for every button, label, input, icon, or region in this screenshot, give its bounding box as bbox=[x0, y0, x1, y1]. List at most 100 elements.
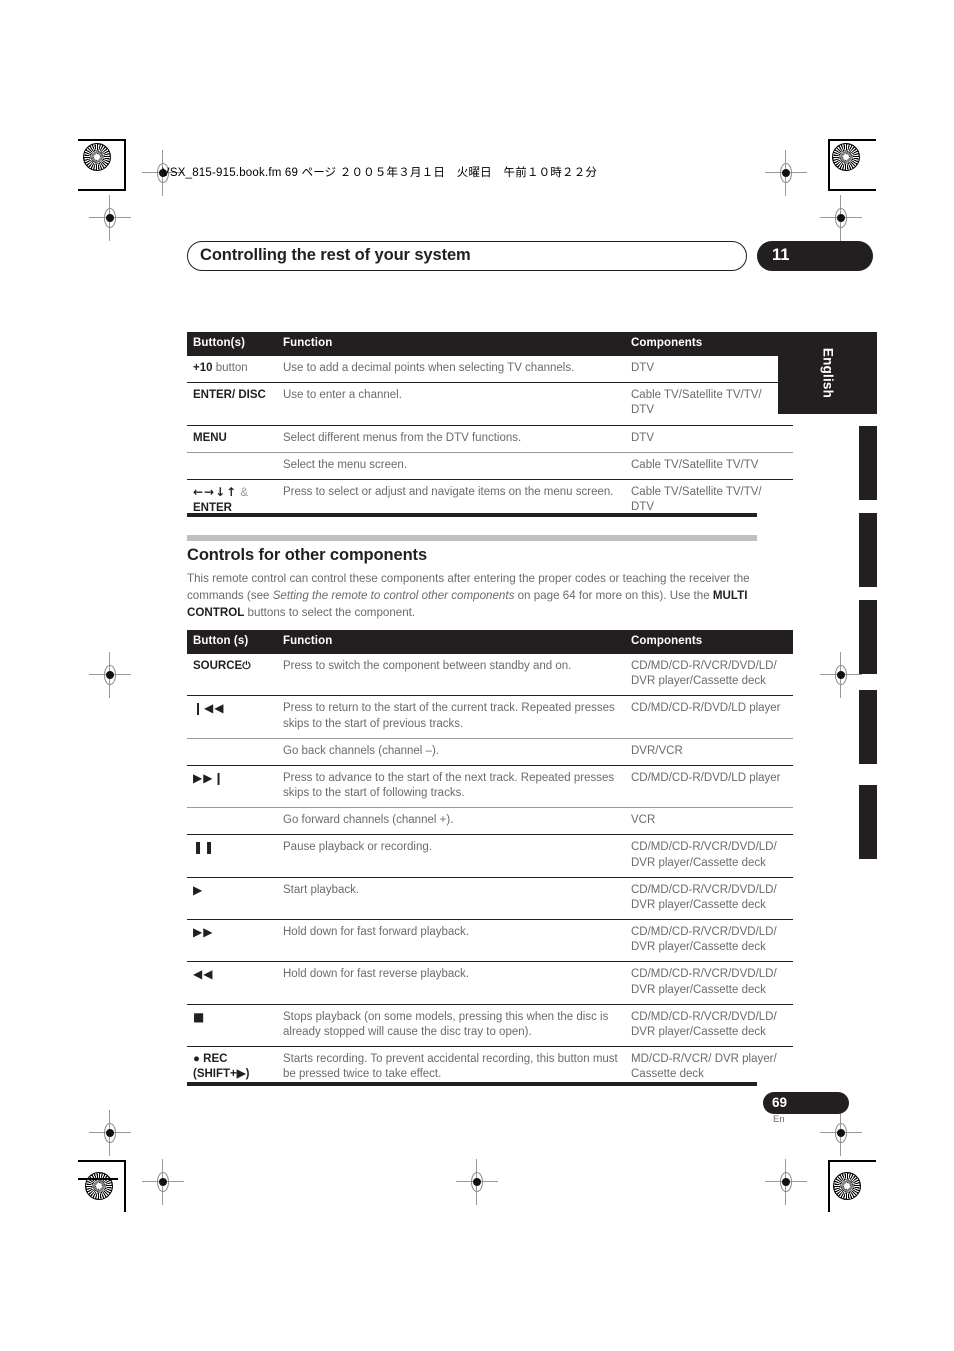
cell-function: Press to return to the start of the curr… bbox=[277, 695, 625, 739]
table-row: +10 button Use to add a decimal points w… bbox=[187, 354, 793, 383]
crop-mark-top-right-h bbox=[828, 139, 876, 141]
crop-mark-bottom-right-v bbox=[828, 1160, 830, 1212]
cell-function: Stops playback (on some models, pressing… bbox=[277, 1003, 625, 1047]
cell-components: CD/MD/CD-R/VCR/DVD/LD/ DVR player/Casset… bbox=[625, 919, 793, 962]
cell-components: Cable TV/Satellite TV/TV/ DTV bbox=[625, 382, 793, 426]
cell-button: ❙◀◀ bbox=[187, 695, 277, 739]
cell-button: +10 button bbox=[187, 354, 277, 383]
rewind-icon: ◀◀ bbox=[193, 967, 214, 982]
crosshair-top-right bbox=[765, 150, 807, 196]
cell-button: ▶▶❙ bbox=[187, 764, 277, 808]
cell-button: ❚❚ bbox=[187, 834, 277, 878]
table-row: ▶▶❙ Press to advance to the start of the… bbox=[187, 764, 793, 808]
table-row: ▶▶ Hold down for fast forward playback. … bbox=[187, 919, 793, 962]
cell-function: Start playback. bbox=[277, 876, 625, 920]
cell-button: ■ bbox=[187, 1003, 277, 1047]
crop-mark-top-left-h2 bbox=[78, 189, 126, 191]
crosshair-bottom-center bbox=[456, 1159, 498, 1205]
cell-function: Use to add a decimal points when selecti… bbox=[277, 354, 625, 383]
table-bottom-rule-1 bbox=[187, 513, 757, 517]
column-header-function: Function bbox=[277, 332, 625, 356]
cell-button: SOURCE⏻ bbox=[187, 652, 277, 696]
next-track-icon: ▶▶❙ bbox=[193, 770, 225, 785]
table-row: Go back channels (channel –). DVR/VCR bbox=[187, 737, 793, 766]
cell-components: VCR bbox=[625, 807, 793, 835]
crosshair-right-middle bbox=[820, 652, 862, 698]
column-header-buttons: Button(s) bbox=[187, 332, 277, 356]
play-icon: ▶ bbox=[193, 882, 204, 897]
source-file-header: VSX_815-915.book.fm 69 ページ ２００５年３月１日 火曜日… bbox=[162, 167, 598, 179]
table-row: Select the menu screen. Cable TV/Satelli… bbox=[187, 451, 793, 480]
crop-mark-top-right-h2 bbox=[828, 189, 876, 191]
edge-tab-5 bbox=[859, 785, 877, 859]
language-tab-label: English bbox=[820, 347, 835, 399]
section-paragraph: This remote control can control these co… bbox=[187, 570, 759, 621]
cell-button bbox=[187, 807, 277, 835]
cell-button bbox=[187, 737, 277, 766]
table-row: SOURCE⏻ Press to switch the component be… bbox=[187, 652, 793, 696]
cell-button bbox=[187, 451, 277, 480]
table-row: ▶ Start playback. CD/MD/CD-R/VCR/DVD/LD/… bbox=[187, 876, 793, 920]
table-row: ◀◀ Hold down for fast reverse playback. … bbox=[187, 961, 793, 1005]
cell-components: CD/MD/CD-R/VCR/DVD/LD/ DVR player/Casset… bbox=[625, 652, 793, 696]
table-row: Go forward channels (channel +). VCR bbox=[187, 807, 793, 835]
page-number: 69 bbox=[772, 1095, 788, 1110]
table-header-row: Button(s) Function Components bbox=[187, 332, 793, 356]
stop-icon: ■ bbox=[193, 1009, 206, 1024]
table-row: ❙◀◀ Press to return to the start of the … bbox=[187, 695, 793, 739]
crosshair-bottom-left bbox=[142, 1159, 184, 1205]
crosshair-left-lower bbox=[89, 1110, 131, 1156]
table-row: ❚❚ Pause playback or recording. CD/MD/CD… bbox=[187, 834, 793, 878]
dtv-controls-table: Button(s) Function Components +10 button… bbox=[187, 332, 793, 523]
power-icon: ⏻ bbox=[242, 660, 251, 672]
registration-target-top-right bbox=[832, 143, 860, 171]
crosshair-right-lower bbox=[820, 1110, 862, 1156]
cell-button: ▶▶ bbox=[187, 919, 277, 962]
crop-mark-bottom-right-h bbox=[828, 1160, 876, 1162]
cell-components: Cable TV/Satellite TV/TV bbox=[625, 451, 793, 480]
cell-components: CD/MD/CD-R/VCR/DVD/LD/ DVR player/Casset… bbox=[625, 1003, 793, 1047]
crosshair-left-upper bbox=[89, 195, 131, 241]
section-divider-rule bbox=[187, 535, 757, 541]
fast-forward-icon: ▶▶ bbox=[193, 925, 214, 940]
page-language-code: En bbox=[773, 1114, 785, 1125]
cell-button: MENU bbox=[187, 424, 277, 453]
cell-components: CD/MD/CD-R/VCR/DVD/LD/ DVR player/Casset… bbox=[625, 961, 793, 1005]
cell-components: CD/MD/CD-R/VCR/DVD/LD/ DVR player/Casset… bbox=[625, 876, 793, 920]
crop-mark-top-left-v bbox=[124, 139, 126, 191]
column-header-components: Components bbox=[625, 630, 793, 654]
cell-function: Hold down for fast reverse playback. bbox=[277, 961, 625, 1005]
section-paragraph-part3: buttons to select the component. bbox=[244, 606, 416, 620]
crop-mark-top-left-h bbox=[78, 139, 126, 141]
crop-mark-bottom-left-h2 bbox=[78, 1178, 118, 1180]
other-components-controls-table: Button (s) Function Components SOURCE⏻ P… bbox=[187, 630, 793, 1089]
table-row: ENTER/ DISC Use to enter a channel. Cabl… bbox=[187, 382, 793, 426]
cell-function: Select different menus from the DTV func… bbox=[277, 424, 625, 453]
cell-components: CD/MD/CD-R/DVD/LD player bbox=[625, 695, 793, 739]
cell-components: DTV bbox=[625, 354, 793, 383]
edge-tab-2 bbox=[859, 513, 877, 587]
registration-target-top-left bbox=[83, 143, 111, 171]
cell-function: Press to switch the component between st… bbox=[277, 652, 625, 696]
column-header-function: Function bbox=[277, 630, 625, 654]
cell-button: ▶ bbox=[187, 876, 277, 920]
cell-components: CD/MD/CD-R/DVD/LD player bbox=[625, 764, 793, 808]
table-bottom-rule-2 bbox=[187, 1082, 757, 1086]
pause-icon: ❚❚ bbox=[193, 840, 216, 855]
section-paragraph-reference: Setting the remote to control other comp… bbox=[272, 589, 515, 603]
cell-function: Go back channels (channel –). bbox=[277, 737, 625, 766]
cell-function: Pause playback or recording. bbox=[277, 834, 625, 878]
cell-function: Hold down for fast forward playback. bbox=[277, 919, 625, 962]
cell-function: Use to enter a channel. bbox=[277, 382, 625, 426]
crosshair-bottom-right bbox=[765, 1159, 807, 1205]
crop-mark-bottom-left-v bbox=[124, 1160, 126, 1212]
page-title: Controlling the rest of your system bbox=[200, 246, 471, 264]
edge-tab-3 bbox=[859, 600, 877, 674]
table-row: ■ Stops playback (on some models, pressi… bbox=[187, 1003, 793, 1047]
cell-function: Go forward channels (channel +). bbox=[277, 807, 625, 835]
edge-tab-4 bbox=[859, 690, 877, 764]
cell-function: Press to advance to the start of the nex… bbox=[277, 764, 625, 808]
section-paragraph-part2: on page 64 for more on this). Use the bbox=[514, 589, 713, 603]
column-header-components: Components bbox=[625, 332, 793, 356]
crosshair-left-middle bbox=[89, 652, 131, 698]
